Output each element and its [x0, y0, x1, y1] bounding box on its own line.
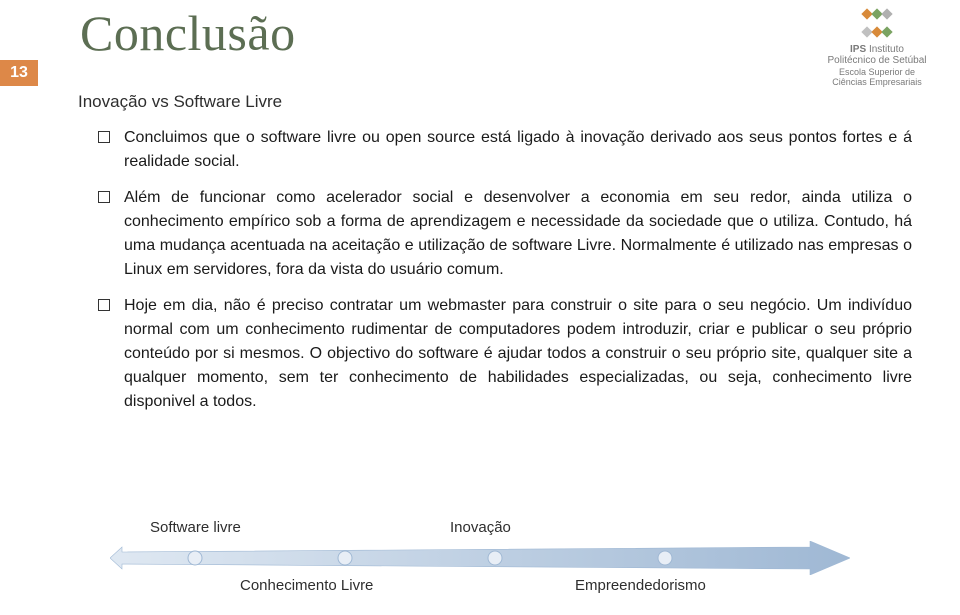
bullet-item: Hoje em dia, não é preciso contratar um … [98, 294, 912, 414]
institution-logo: IPS InstitutoPolitécnico de Setúbal Esco… [812, 6, 942, 88]
logo-icon [862, 6, 892, 42]
bullet-item: Além de funcionar como acelerador social… [98, 186, 912, 282]
logo-text-ips: IPS InstitutoPolitécnico de Setúbal [812, 44, 942, 66]
process-arrow: Software livre Inovação Conhecimento Liv… [110, 519, 850, 595]
arrow-label-software-livre: Software livre [150, 519, 241, 536]
content-subtitle: Inovação vs Software Livre [78, 92, 912, 112]
bullet-item: Concluimos que o software livre ou open … [98, 126, 912, 174]
bullet-list: Concluimos que o software livre ou open … [98, 126, 912, 414]
slide-title: Conclusão [80, 4, 296, 62]
logo-text-school: Escola Superior deCiências Empresariais [812, 68, 942, 88]
arrow-label-empreendedorismo: Empreendedorismo [575, 577, 706, 594]
slide-number: 13 [0, 60, 38, 86]
slide-content: Inovação vs Software Livre Concluimos qu… [78, 92, 912, 426]
arrow-label-conhecimento-livre: Conhecimento Livre [240, 577, 373, 594]
arrow-label-inovacao: Inovação [450, 519, 511, 536]
arrow-icon [110, 541, 850, 575]
